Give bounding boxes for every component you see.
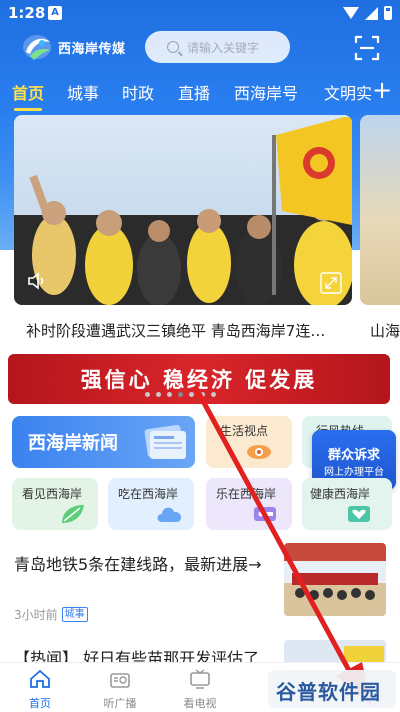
appeal-badge-subtitle: 网上办理平台 [324, 467, 384, 478]
newspaper-icon [144, 425, 186, 459]
nav-radio[interactable]: 听广播 [90, 663, 150, 711]
nav-label: 看电视 [183, 697, 217, 710]
expand-icon[interactable] [320, 272, 342, 294]
promo-banner-text: 强信心 稳经济 促发展 [80, 367, 318, 392]
news-thumbnail-image [284, 543, 386, 616]
service-label: 健康西海岸 [310, 487, 371, 501]
nav-label: 首页 [29, 697, 51, 710]
leaf-icon [62, 505, 84, 523]
radio-icon [110, 673, 130, 688]
carousel-dot[interactable] [145, 392, 150, 397]
service-fun-west-coast[interactable]: 乐在西海岸 [206, 478, 292, 530]
cloud-icon [157, 507, 182, 522]
tab-city[interactable]: 城事 [67, 80, 99, 104]
audio-icon[interactable] [26, 270, 48, 292]
carousel-dot[interactable] [156, 392, 161, 397]
app-screen: 1:28 A 西海岸传媒 请输入关键字 首页 城事 时政 直播 西海岸号 文明实… [0, 0, 400, 712]
scan-icon[interactable] [354, 35, 380, 61]
battery-icon [384, 6, 392, 20]
search-input[interactable]: 请输入关键字 [145, 31, 290, 63]
search-icon [167, 41, 179, 53]
tab-live[interactable]: 直播 [178, 80, 210, 104]
nav-tv[interactable]: 看电视 [170, 663, 230, 711]
service-life-view[interactable]: 生活视点 [206, 416, 292, 468]
nav-home[interactable]: 首页 [10, 663, 70, 711]
hero-carousel-card[interactable] [14, 115, 352, 305]
service-label: 看见西海岸 [22, 487, 83, 501]
service-label: 吃在西海岸 [118, 487, 179, 501]
news-item-tag: 城事 [61, 607, 88, 622]
service-eat-west-coast[interactable]: 吃在西海岸 [108, 478, 194, 530]
search-placeholder: 请输入关键字 [187, 40, 260, 55]
heart-icon [348, 506, 370, 522]
status-icons [343, 6, 392, 20]
ticket-icon [254, 507, 276, 521]
eye-icon [247, 445, 271, 459]
status-bar: 1:28 A [0, 0, 400, 28]
service-label: 生活视点 [220, 424, 269, 438]
appeal-badge-title: 群众诉求 [327, 448, 380, 463]
service-label: 西海岸新闻 [28, 433, 118, 454]
add-channel-icon[interactable]: + [372, 78, 392, 102]
news-item-time: 3小时前 [14, 608, 58, 622]
channel-tabs: 首页 城事 时政 直播 西海岸号 文明实 [0, 80, 400, 111]
tab-politics[interactable]: 时政 [122, 80, 154, 104]
carousel-dot[interactable] [178, 392, 183, 397]
service-health-west-coast[interactable]: 健康西海岸 [302, 478, 392, 530]
wifi-icon [343, 7, 359, 19]
tab-west-coast-account[interactable]: 西海岸号 [234, 80, 298, 104]
watermark-text: 谷普软件园 [276, 680, 381, 704]
hero-next-caption[interactable]: 山海 [370, 320, 400, 341]
tab-civilization[interactable]: 文明实 [324, 80, 372, 104]
carousel-dot[interactable] [200, 392, 205, 397]
watermark: 谷普软件园 [268, 670, 396, 708]
tab-home[interactable]: 首页 [12, 80, 44, 104]
notification-icon: A [48, 6, 62, 20]
service-see-west-coast[interactable]: 看见西海岸 [12, 478, 98, 530]
status-time: 1:28 [8, 4, 46, 22]
carousel-dot[interactable] [189, 392, 194, 397]
brand-name: 西海岸传媒 [58, 42, 126, 57]
carousel-dot[interactable] [211, 392, 216, 397]
home-icon [30, 669, 50, 688]
signal-icon [365, 6, 378, 20]
carousel-dot[interactable] [167, 392, 172, 397]
brand-logo-icon [23, 35, 51, 60]
tab-active-indicator [14, 108, 42, 111]
hero-image [14, 115, 352, 305]
tv-icon [190, 669, 210, 689]
hero-next-card[interactable] [360, 115, 400, 305]
hero-caption[interactable]: 补时阶段遭遇武汉三镇绝平 青岛西海岸7连… [26, 320, 325, 341]
carousel-dots [145, 392, 216, 397]
nav-label: 听广播 [103, 697, 137, 710]
news-item-thumbnail[interactable] [284, 543, 386, 616]
news-item-meta: 3小时前 城事 [14, 606, 88, 623]
news-item-title[interactable]: 青岛地铁5条在建线路，最新进展→ [14, 552, 264, 578]
service-label: 乐在西海岸 [216, 487, 277, 501]
